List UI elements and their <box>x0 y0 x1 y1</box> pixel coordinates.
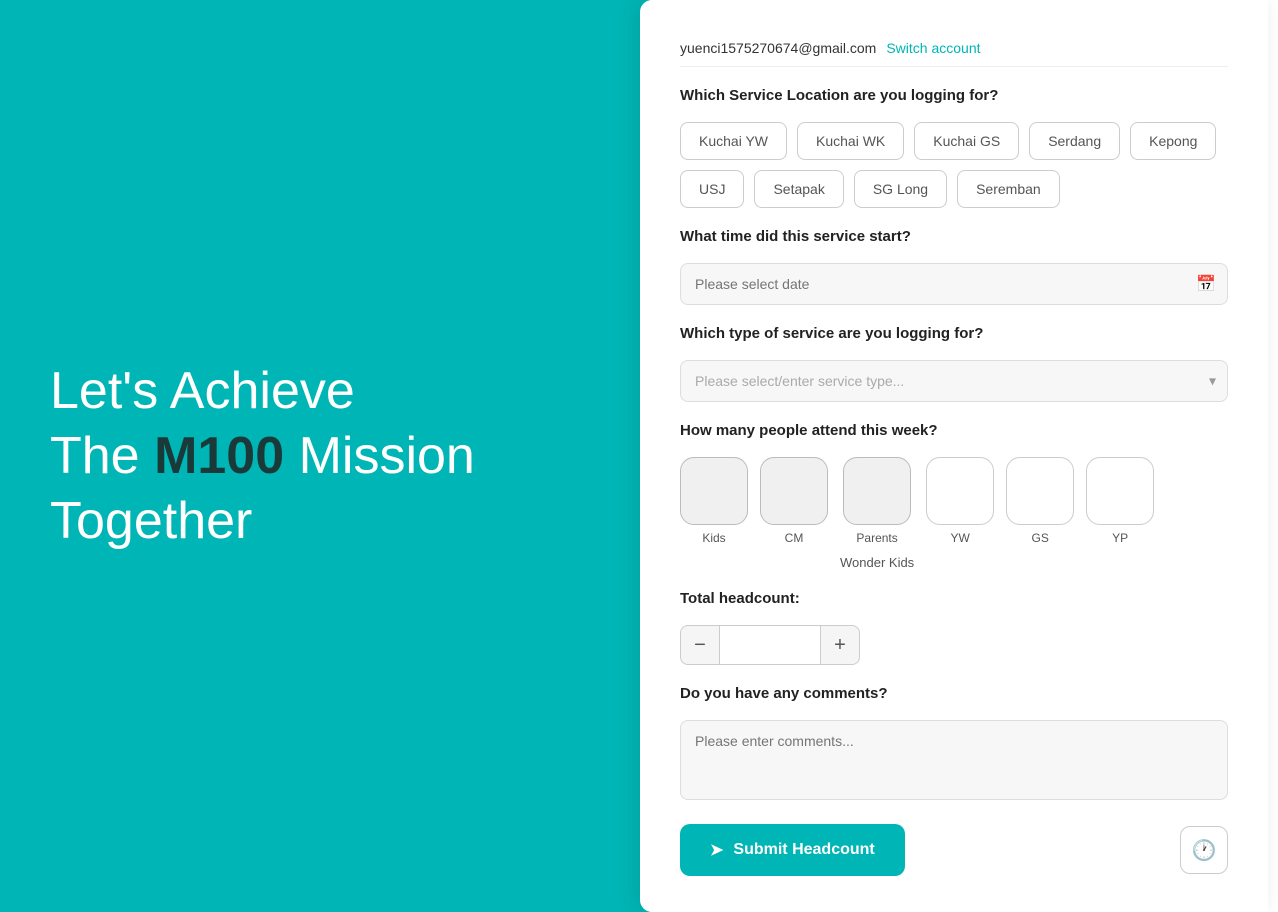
service-location-label: Which Service Location are you logging f… <box>680 87 1228 104</box>
location-btn-kuchai-gs[interactable]: Kuchai GS <box>914 122 1019 160</box>
date-input[interactable] <box>680 263 1228 305</box>
attendance-item-kids: Kids <box>680 457 748 545</box>
attendance-item-yw: YW <box>926 457 994 545</box>
location-btn-kepong[interactable]: Kepong <box>1130 122 1216 160</box>
hero-line2-post: Mission <box>284 427 475 485</box>
hero-line2-pre: The <box>50 427 154 485</box>
attendance-item-cm: CM <box>760 457 828 545</box>
attendance-label-cm: CM <box>785 531 804 545</box>
attendance-item-gs: GS <box>1006 457 1074 545</box>
location-btn-setapak[interactable]: Setapak <box>754 170 843 208</box>
attendance-label-yw: YW <box>951 531 970 545</box>
attendance-counter-parents[interactable] <box>843 457 911 525</box>
submit-button-label: Submit Headcount <box>733 841 874 859</box>
hero-text: Let's Achieve The M100 Mission Together <box>50 359 475 554</box>
attendance-counter-yw[interactable] <box>926 457 994 525</box>
history-button[interactable]: 🕐 <box>1180 826 1228 874</box>
service-type-select[interactable]: Please select/enter service type... <box>680 360 1228 402</box>
hero-line1: Let's Achieve <box>50 359 475 424</box>
total-headcount-label: Total headcount: <box>680 590 1228 607</box>
account-email: yuenci1575270674@gmail.com <box>680 40 876 56</box>
right-panel: yuenci1575270674@gmail.com Switch accoun… <box>640 0 1268 912</box>
service-type-label: Which type of service are you logging fo… <box>680 325 1228 342</box>
attendance-label: How many people attend this week? <box>680 422 1228 439</box>
service-time-label: What time did this service start? <box>680 228 1228 245</box>
attendance-label-gs: GS <box>1032 531 1049 545</box>
comments-section: Do you have any comments? <box>680 685 1228 800</box>
history-icon: 🕐 <box>1192 838 1217 863</box>
attendance-counter-yp[interactable] <box>1086 457 1154 525</box>
total-headcount-section: Total headcount: − + <box>680 590 1228 665</box>
switch-account-link[interactable]: Switch account <box>886 40 980 56</box>
location-btn-kuchai-wk[interactable]: Kuchai WK <box>797 122 904 160</box>
left-panel: Let's Achieve The M100 Mission Together <box>0 0 650 912</box>
hero-line2: The M100 Mission <box>50 424 475 489</box>
comments-textarea[interactable] <box>680 720 1228 800</box>
location-btn-kuchai-yw[interactable]: Kuchai YW <box>680 122 787 160</box>
bottom-row: ➤ Submit Headcount 🕐 <box>680 824 1228 876</box>
attendance-label-kids: Kids <box>702 531 725 545</box>
headcount-input[interactable] <box>720 625 820 665</box>
location-grid: Kuchai YW Kuchai WK Kuchai GS Serdang Ke… <box>680 122 1228 208</box>
headcount-minus-button[interactable]: − <box>680 625 720 665</box>
attendance-section: How many people attend this week? Kids C… <box>680 422 1228 570</box>
attendance-counter-kids[interactable] <box>680 457 748 525</box>
account-row: yuenci1575270674@gmail.com Switch accoun… <box>680 40 1228 67</box>
send-icon: ➤ <box>710 840 723 860</box>
location-btn-sg-long[interactable]: SG Long <box>854 170 947 208</box>
attendance-label-yp: YP <box>1112 531 1128 545</box>
service-time-section: What time did this service start? 📅 <box>680 228 1228 305</box>
attendance-grid: Kids CM Parents Wonder Kids YW GS YP <box>680 457 1228 570</box>
wonder-kids-label: Wonder Kids <box>840 555 914 570</box>
total-headcount-row: − + <box>680 625 1228 665</box>
location-btn-seremban[interactable]: Seremban <box>957 170 1060 208</box>
headcount-plus-button[interactable]: + <box>820 625 860 665</box>
service-location-section: Which Service Location are you logging f… <box>680 87 1228 208</box>
service-type-section: Which type of service are you logging fo… <box>680 325 1228 402</box>
location-btn-serdang[interactable]: Serdang <box>1029 122 1120 160</box>
attendance-item-yp: YP <box>1086 457 1154 545</box>
service-select-wrapper: Please select/enter service type... ▾ <box>680 360 1228 402</box>
hero-line3: Together <box>50 489 475 554</box>
comments-label: Do you have any comments? <box>680 685 1228 702</box>
attendance-counter-gs[interactable] <box>1006 457 1074 525</box>
hero-line2-bold: M100 <box>154 427 284 485</box>
attendance-item-parents: Parents Wonder Kids <box>840 457 914 570</box>
attendance-label-parents: Parents <box>856 531 897 545</box>
submit-button[interactable]: ➤ Submit Headcount <box>680 824 905 876</box>
date-input-wrapper: 📅 <box>680 263 1228 305</box>
attendance-counter-cm[interactable] <box>760 457 828 525</box>
location-btn-usj[interactable]: USJ <box>680 170 744 208</box>
